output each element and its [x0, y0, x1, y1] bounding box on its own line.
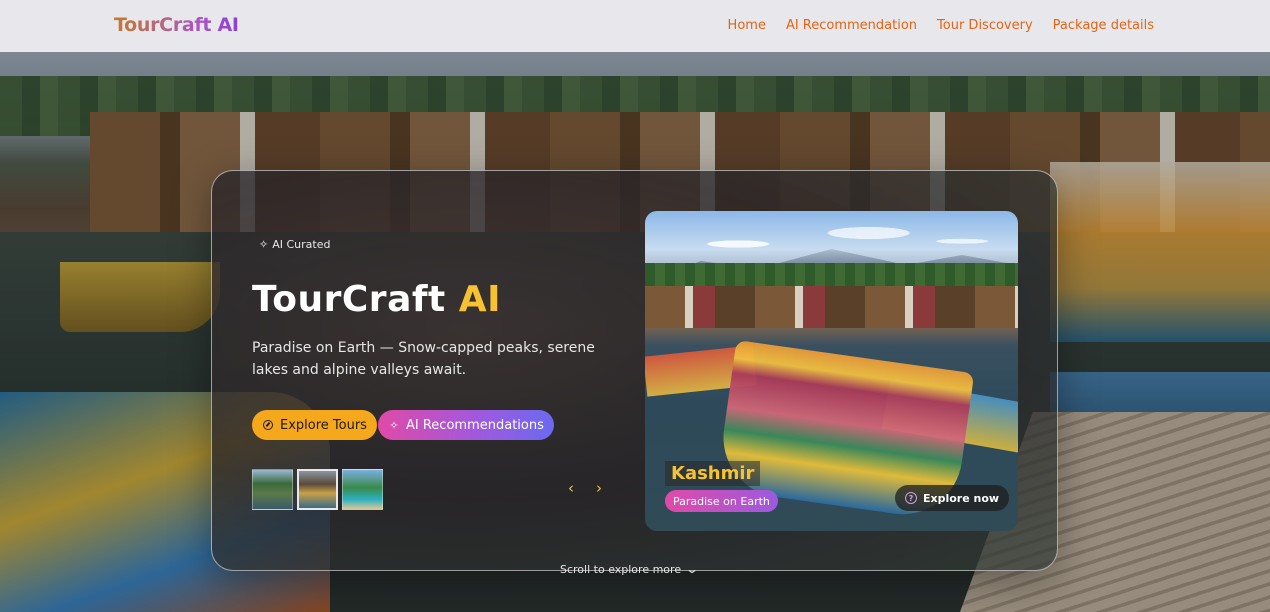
nav-links: Home AI Recommendation Tour Discovery Pa…: [728, 18, 1154, 33]
thumbnail-3[interactable]: [342, 469, 383, 510]
hero-description: Paradise on Earth — Snow-capped peaks, s…: [252, 340, 595, 378]
nav-link-home[interactable]: Home: [728, 18, 766, 33]
top-navbar: TourCraft AI Home AI Recommendation Tour…: [0, 0, 1270, 52]
explore-now-label: Explore now: [923, 491, 1000, 505]
destination-name: Kashmir: [665, 461, 761, 486]
compass-icon: [262, 419, 274, 431]
ai-recommendations-label: AI Recommendations: [406, 417, 544, 433]
thumbnail-1[interactable]: [252, 469, 293, 510]
explore-now-button[interactable]: ? Explore now: [895, 485, 1010, 511]
brand-logo[interactable]: TourCraft AI: [114, 14, 239, 36]
scroll-hint-label: Scroll to explore more: [560, 562, 682, 576]
nav-link-ai-recommendation[interactable]: AI Recommendation: [786, 18, 917, 33]
ai-curated-badge: ✧ AI Curated: [259, 238, 330, 251]
destination-tagline-badge: Paradise on Earth: [665, 490, 778, 512]
thumbnail-2-active[interactable]: [297, 469, 338, 510]
thumbnail-strip: [252, 469, 383, 510]
explore-tours-button[interactable]: Explore Tours: [252, 410, 377, 440]
hero-title-accent: AI: [458, 279, 502, 320]
chevron-right-icon[interactable]: ›: [596, 479, 602, 497]
chevron-left-icon[interactable]: ‹: [568, 479, 574, 497]
sparkle-icon: ✧: [389, 418, 399, 432]
hero-title: TourCraft AI: [252, 279, 501, 320]
nav-link-tour-discovery[interactable]: Tour Discovery: [937, 18, 1033, 33]
featured-destination-photo: Kashmir Paradise on Earth ? Explore now: [645, 211, 1018, 531]
ai-curated-label: AI Curated: [272, 238, 331, 251]
photo-houseboats: [645, 286, 1018, 328]
question-circle-icon: ?: [905, 492, 917, 504]
nav-link-package-details[interactable]: Package details: [1053, 18, 1154, 33]
scroll-hint[interactable]: Scroll to explore more ⌄: [554, 562, 703, 576]
carousel-arrows: ‹ ›: [568, 479, 602, 497]
sparkle-icon: ✧: [259, 238, 269, 251]
ai-recommendations-button[interactable]: ✧ AI Recommendations: [378, 410, 554, 440]
explore-tours-label: Explore Tours: [280, 417, 367, 433]
chevron-down-icon: ⌄: [685, 562, 700, 576]
hero-card: ✧ AI Curated TourCraft AI Paradise on Ea…: [211, 170, 1058, 571]
hero-title-main: TourCraft: [252, 279, 459, 320]
